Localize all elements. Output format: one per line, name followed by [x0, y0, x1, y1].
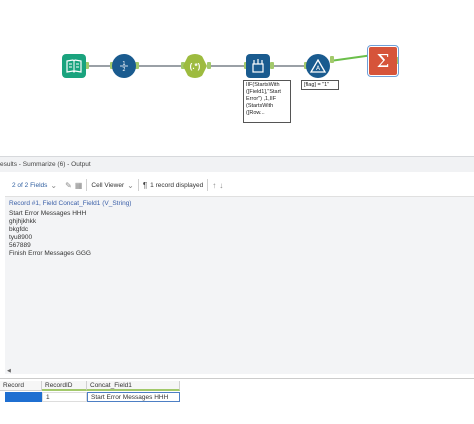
row-recordid-cell[interactable]: 1: [42, 392, 87, 402]
column-header-concat-field1[interactable]: Concat_Field1: [87, 381, 180, 391]
row-record-cell[interactable]: [5, 392, 42, 402]
output-anchor[interactable]: [207, 62, 211, 69]
records-label: 1 record displayed: [150, 181, 204, 189]
cell-viewer-pane[interactable]: Record #1, Field Concat_Field1 (V_String…: [5, 196, 474, 374]
record-field-title: Record #1, Field Concat_Field1 (V_String…: [9, 200, 132, 207]
cell-text-line: Start Error Messages HHH: [9, 210, 87, 217]
navigation-arrows: ↑ ↓: [208, 176, 227, 194]
results-window-title: esults - Summarize (6) - Output: [0, 156, 474, 172]
results-grid: Record RecordID Concat_Field1 1 Start Er…: [0, 378, 474, 424]
cell-viewer-dropdown[interactable]: Cell Viewer ⌄: [87, 176, 137, 194]
column-header-recordid[interactable]: RecordID: [42, 381, 87, 391]
cell-text-line: 567889: [9, 242, 31, 249]
formula-tool-icon[interactable]: [246, 54, 270, 78]
regex-tool-icon[interactable]: (.*): [183, 54, 207, 78]
scroll-left-arrow-icon[interactable]: ◀: [7, 368, 11, 374]
svg-text:A: A: [316, 65, 321, 72]
formula-annotation: IIF(StartsWith ([Field1],"Start Error") …: [243, 80, 291, 123]
chevron-down-icon: ⌄: [127, 180, 134, 190]
column-header-record[interactable]: Record: [0, 381, 42, 391]
input-data-tool-icon[interactable]: [62, 54, 86, 78]
output-anchor[interactable]: [330, 56, 334, 63]
grid-icon[interactable]: ▦: [75, 181, 83, 190]
cell-text-line: Finish Error Messages GGG: [9, 250, 91, 257]
connection-line: [86, 65, 112, 67]
row-concat-cell[interactable]: Start Error Messages HHH: [87, 392, 180, 402]
fields-label: 2 of 2 Fields: [12, 181, 48, 189]
edit-icon[interactable]: ✎: [65, 181, 72, 190]
chevron-down-icon: ⌄: [50, 180, 58, 190]
cell-text-line: bkgfdc: [9, 226, 29, 233]
output-anchor[interactable]: [270, 62, 274, 69]
record-id-tool-icon[interactable]: 12: [112, 54, 136, 78]
cell-viewer-label: Cell Viewer: [91, 181, 125, 189]
filter-tool-icon[interactable]: A: [306, 54, 330, 78]
filter-annotation: [flag] = "1": [301, 80, 339, 90]
field-action-buttons: ✎ ▦: [61, 176, 86, 194]
connection-line: [208, 65, 246, 67]
fields-dropdown[interactable]: 2 of 2 Fields ⌄: [0, 176, 61, 194]
connection-line: [270, 65, 306, 67]
results-toolbar: 2 of 2 Fields ⌄ ✎ ▦ Cell Viewer ⌄ ¶ 1 re…: [0, 176, 474, 194]
connection-line: [135, 65, 183, 67]
arrow-up-icon[interactable]: ↑: [212, 181, 216, 190]
cell-text-line: tyu8900: [9, 234, 33, 241]
arrow-down-icon[interactable]: ↓: [219, 181, 223, 190]
workflow-canvas[interactable]: 12 (.*) A Σ IIF(StartsWith ([Field1],"St…: [0, 0, 474, 155]
svg-text:2: 2: [122, 67, 125, 73]
pilcrow-icon[interactable]: ¶: [143, 181, 147, 190]
records-indicator: ¶ 1 record displayed: [139, 176, 207, 194]
cell-text-line: ghjhjkhkk: [9, 218, 37, 225]
summarize-tool-icon[interactable]: Σ: [367, 45, 399, 77]
connection-line: [329, 54, 368, 62]
